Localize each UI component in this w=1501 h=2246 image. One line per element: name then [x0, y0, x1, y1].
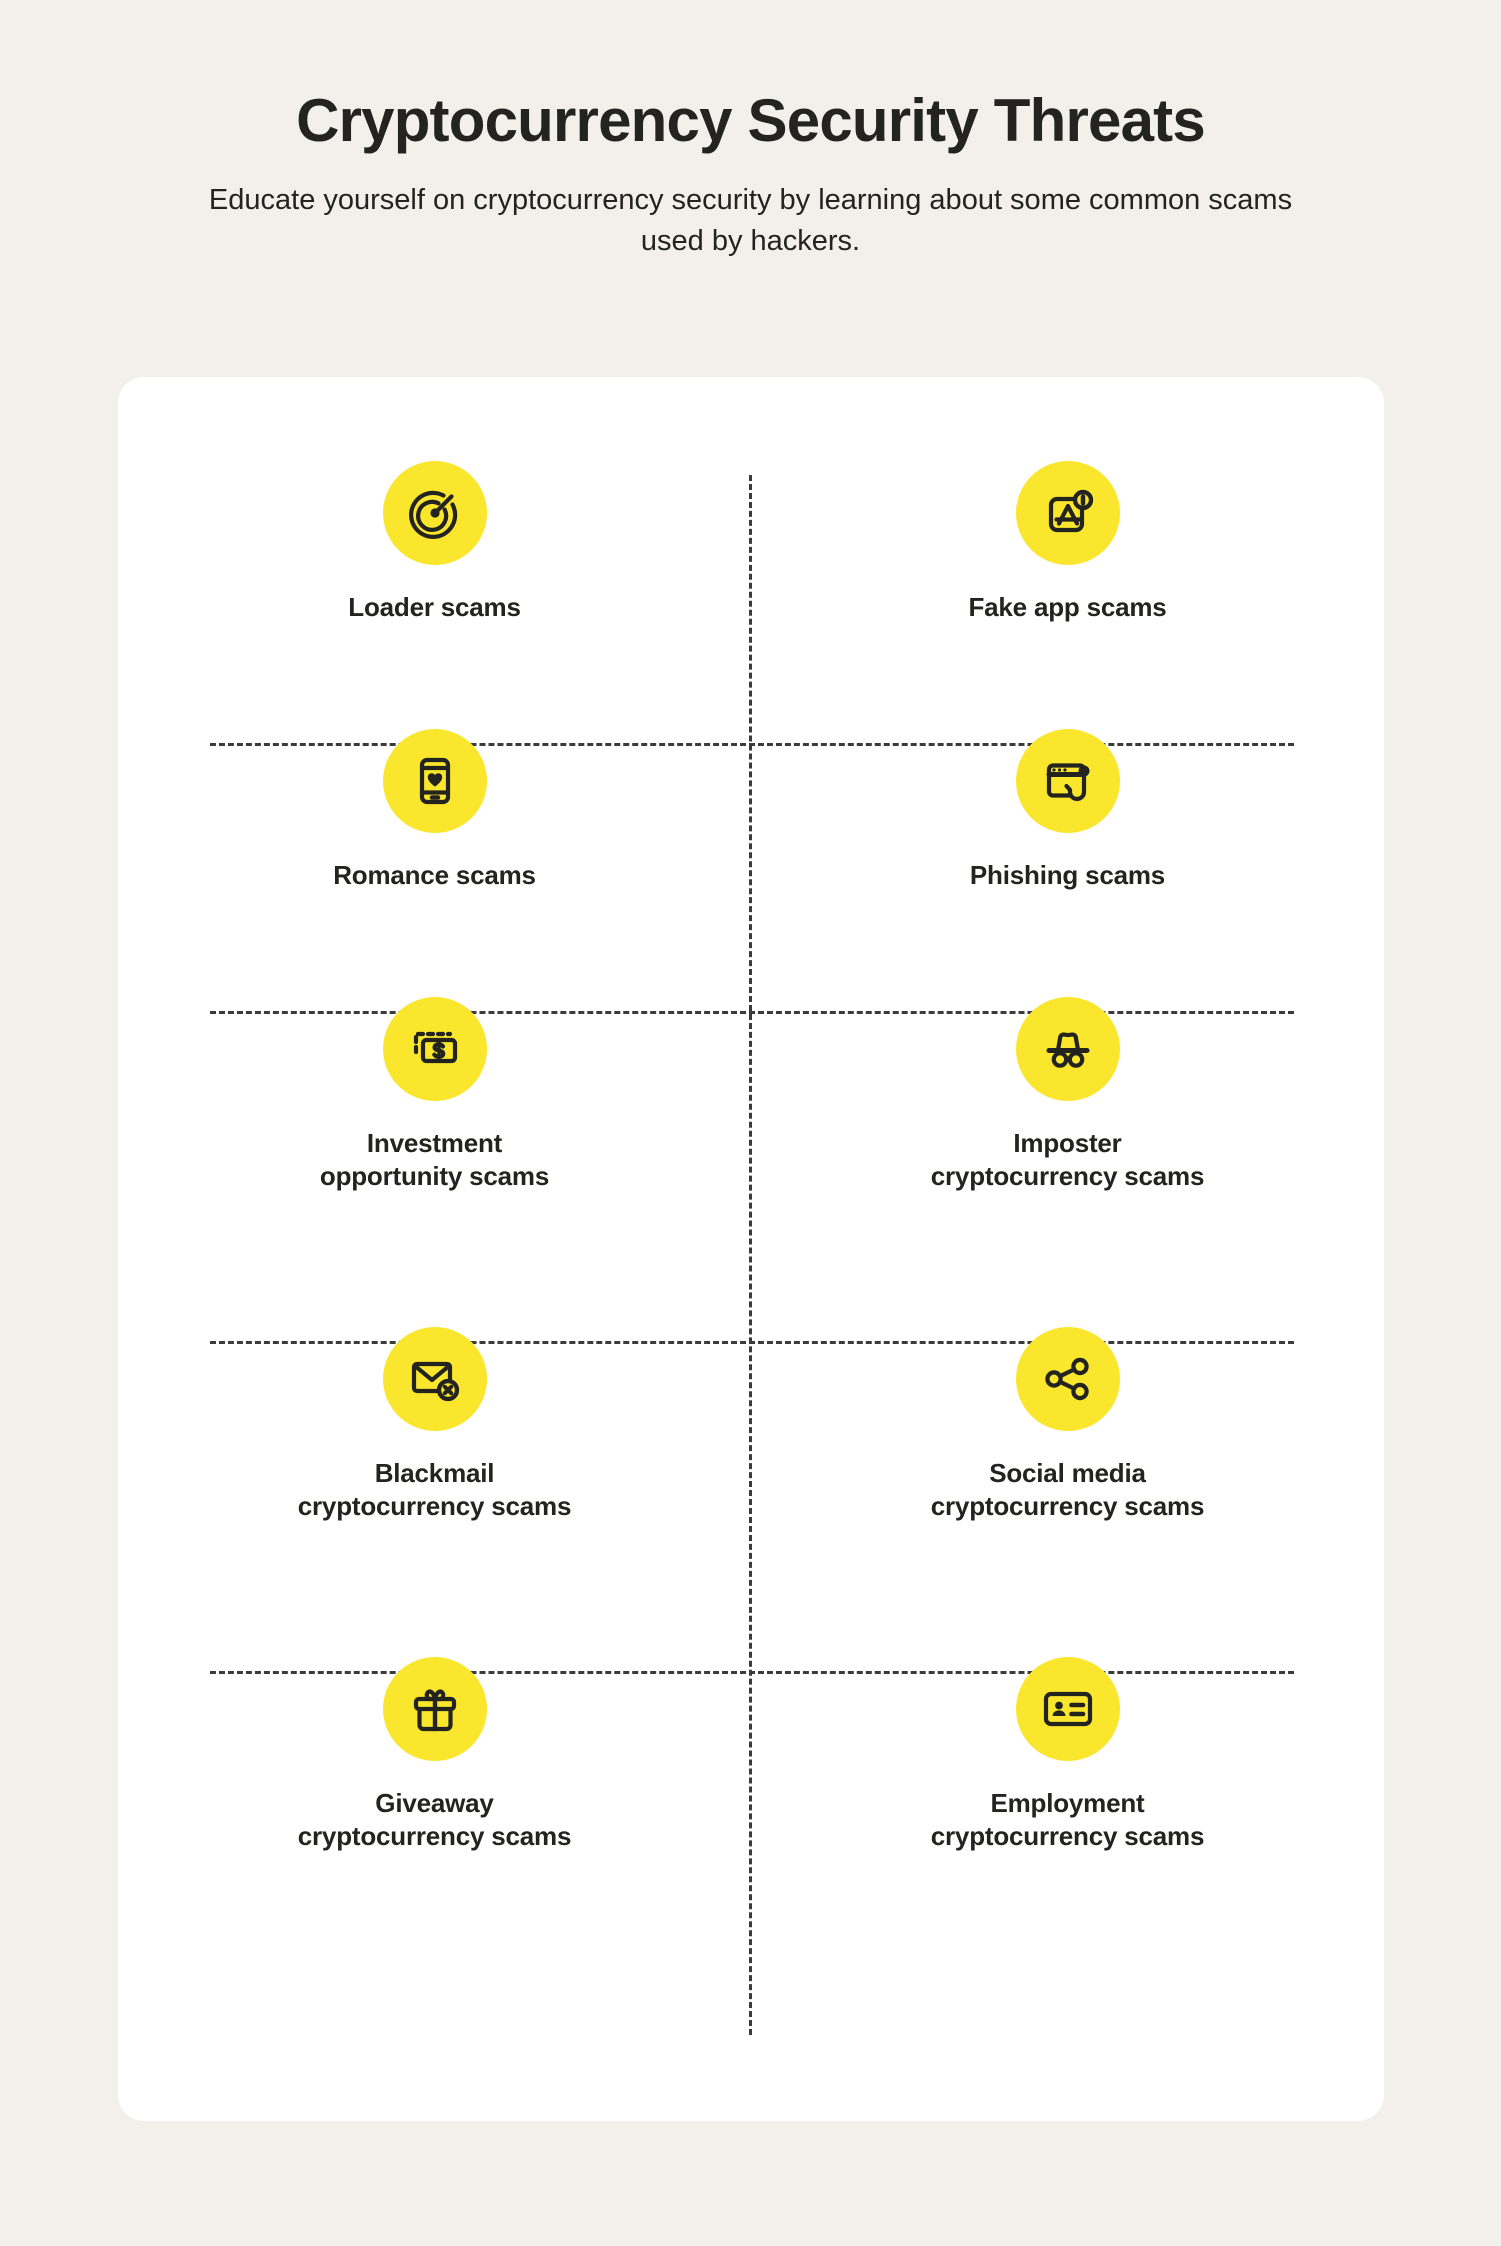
target-radar-icon [382, 461, 487, 565]
id-card-icon [1015, 1657, 1120, 1761]
infographic-page: Cryptocurrency Security Threats Educate … [0, 0, 1501, 2246]
scam-item-label: Phishing scams [969, 860, 1166, 890]
browser-fishhook-icon [1015, 729, 1120, 833]
scam-item-fake-app-scams: Fake app scams [751, 449, 1384, 717]
scam-item-label: Investment opportunity scams [319, 1128, 550, 1191]
scam-item-label: Blackmail cryptocurrency scams [297, 1458, 572, 1521]
scam-item-employment-cryptocurrency-scams: Employment cryptocurrency scams [751, 1645, 1384, 1975]
scam-item-label: Romance scams [333, 860, 536, 890]
scam-item-label: Loader scams [348, 592, 521, 622]
page-subtitle: Educate yourself on cryptocurrency secur… [208, 184, 1293, 258]
scam-item-giveaway-cryptocurrency-scams: Giveaway cryptocurrency scams [118, 1645, 751, 1975]
scam-item-social-media-cryptocurrency-scams: Social media cryptocurrency scams [751, 1315, 1384, 1645]
scam-item-blackmail-cryptocurrency-scams: Blackmail cryptocurrency scams [118, 1315, 751, 1645]
scam-item-label: Imposter cryptocurrency scams [930, 1128, 1205, 1191]
scam-item-loader-scams: Loader scams [118, 449, 751, 717]
page-title: Cryptocurrency Security Threats [296, 87, 1206, 154]
phone-heart-icon [382, 729, 487, 833]
scam-item-label: Giveaway cryptocurrency scams [297, 1788, 572, 1851]
scams-card: Loader scams Fake app scams Romance scam… [118, 377, 1384, 2121]
scam-item-label: Fake app scams [968, 592, 1167, 622]
scams-grid: Loader scams Fake app scams Romance scam… [118, 377, 1384, 2121]
scam-item-label: Social media cryptocurrency scams [930, 1458, 1205, 1521]
app-store-badge-icon [1015, 461, 1120, 565]
incognito-hat-glasses-icon [1015, 997, 1120, 1101]
scam-item-label: Employment cryptocurrency scams [930, 1788, 1205, 1851]
scam-item-phishing-scams: Phishing scams [751, 717, 1384, 985]
share-network-icon [1015, 1327, 1120, 1431]
scam-item-imposter-cryptocurrency-scams: Imposter cryptocurrency scams [751, 985, 1384, 1315]
gift-box-icon [382, 1657, 487, 1761]
dollar-bill-icon [382, 997, 487, 1101]
scam-item-investment-opportunity-scams: Investment opportunity scams [118, 985, 751, 1315]
envelope-x-icon [382, 1327, 487, 1431]
header: Cryptocurrency Security Threats Educate … [0, 88, 1501, 262]
scam-item-romance-scams: Romance scams [118, 717, 751, 985]
